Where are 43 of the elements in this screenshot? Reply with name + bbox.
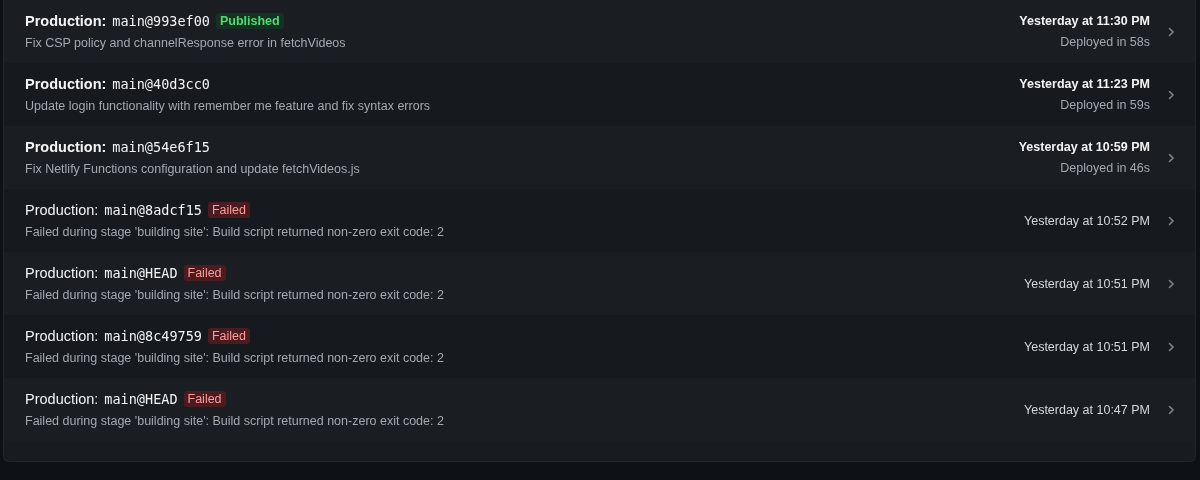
chevron-right-icon <box>1168 278 1175 289</box>
commit-message: Failed during stage 'building site': Build script returned non-zero exit code: 2 <box>25 288 445 302</box>
chevron-right-icon <box>1168 26 1175 37</box>
status-badge: Failed <box>207 202 250 218</box>
deploy-context: Production: <box>25 139 107 155</box>
chevron-right-icon <box>1168 341 1175 352</box>
commit-message: Update login functionality with remember me feature and fix syntax errors <box>25 99 432 113</box>
commit-message: Failed during stage 'building site': Build script returned non-zero exit code: 2 <box>25 351 445 365</box>
commit-message: Failed during stage 'building site': Build script returned non-zero exit code: 2 <box>25 225 445 239</box>
deploy-duration: Deployed in 58s <box>1060 35 1150 49</box>
commit-ref: main@40d3cc0 <box>112 76 210 92</box>
deploy-time: Yesterday at 10:47 PM <box>1024 402 1150 417</box>
deploy-context: Production: <box>25 202 99 218</box>
chevron-right-icon <box>1168 89 1175 100</box>
commit-ref: main@8c49759 <box>104 328 202 344</box>
status-badge: Published <box>215 13 284 29</box>
chevron-right-icon <box>1168 152 1175 163</box>
commit-ref: main@HEAD <box>104 265 178 281</box>
deploy-duration: Deployed in 59s <box>1060 98 1150 112</box>
status-badge: Failed <box>183 265 226 281</box>
commit-message: Failed during stage 'building site': Build script returned non-zero exit code: 2 <box>25 414 445 428</box>
commit-message: Fix Netlify Functions configuration and update fetchVideos.js <box>25 162 361 176</box>
deploy-duration: Deployed in 46s <box>1060 161 1150 175</box>
commit-ref: main@8adcf15 <box>104 202 202 218</box>
deploy-context: Production: <box>25 76 107 92</box>
commit-ref: main@HEAD <box>104 391 178 407</box>
status-badge: Failed <box>183 391 226 407</box>
deploy-context: Production: <box>25 391 99 407</box>
commit-message: Fix CSP policy and channelResponse error in fetchVideos <box>25 36 347 50</box>
deploy-time: Yesterday at 10:51 PM <box>1024 339 1150 354</box>
commit-ref: main@54e6f15 <box>112 139 210 155</box>
deploy-context: Production: <box>25 265 99 281</box>
deploy-context: Production: <box>25 13 107 29</box>
chevron-right-icon <box>1168 215 1175 226</box>
deploy-time: Yesterday at 10:51 PM <box>1024 276 1150 291</box>
deploy-time: Yesterday at 11:23 PM <box>1019 77 1150 91</box>
deploy-context: Production: <box>25 328 99 344</box>
commit-ref: main@993ef00 <box>112 13 210 29</box>
deploy-time: Yesterday at 10:59 PM <box>1018 140 1150 154</box>
deploy-time: Yesterday at 11:30 PM <box>1019 14 1150 28</box>
deploy-time: Yesterday at 10:52 PM <box>1024 213 1150 228</box>
status-badge: Failed <box>207 328 250 344</box>
chevron-right-icon <box>1168 404 1175 415</box>
